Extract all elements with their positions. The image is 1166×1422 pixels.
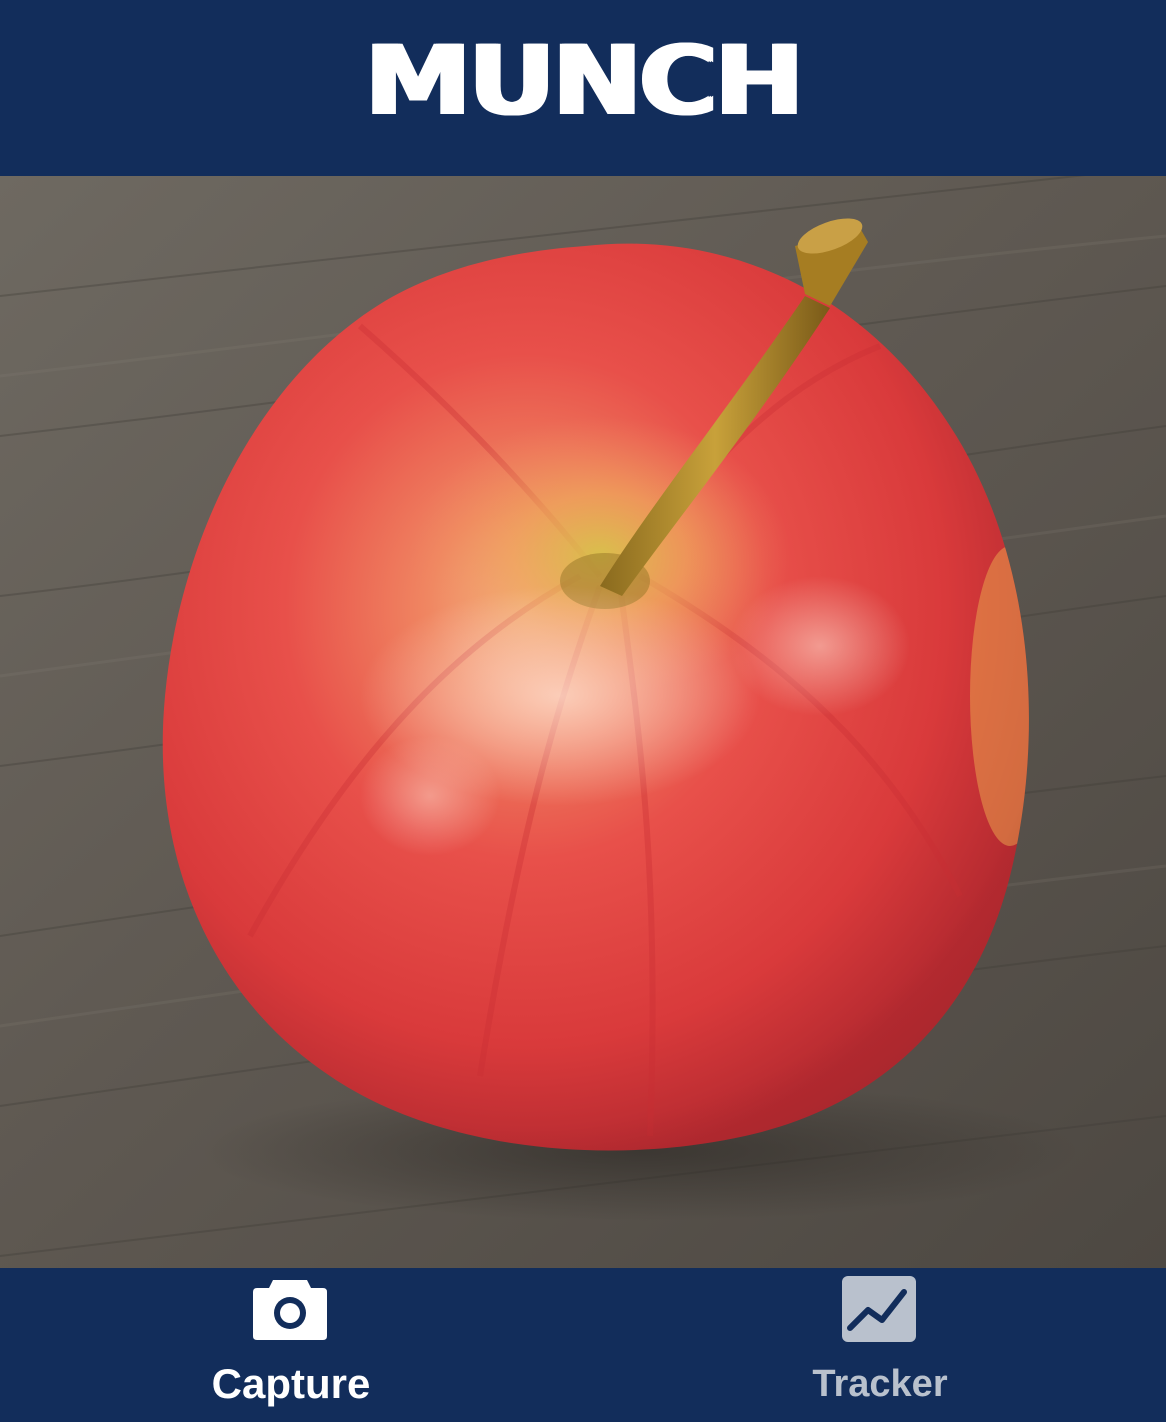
tab-capture-label: Capture (211, 1360, 371, 1407)
app-title: MUNCH (364, 25, 805, 137)
tab-capture[interactable]: Capture (141, 1268, 441, 1422)
trend-chart-icon (842, 1276, 916, 1342)
tab-tracker-label: Tracker (812, 1363, 948, 1405)
tab-tracker[interactable]: Tracker (730, 1268, 1030, 1422)
captured-photo (0, 176, 1166, 1268)
app-root: MUNCH Capture Tracker (0, 0, 1166, 1422)
camera-icon (253, 1280, 327, 1340)
bottom-tab-bar: Capture Tracker (0, 1268, 1166, 1422)
app-header: MUNCH (0, 0, 1166, 176)
